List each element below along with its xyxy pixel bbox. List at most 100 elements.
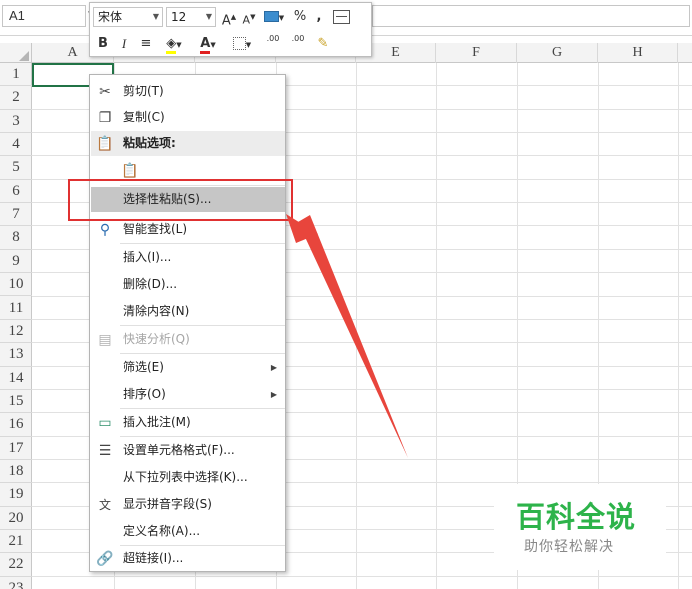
- accounting-format-button[interactable]: ▼: [261, 7, 287, 27]
- paste-icon: 📋: [96, 136, 114, 152]
- menu-divider: [120, 436, 285, 437]
- menu-item-label: 从下拉列表中选择(K)...: [123, 470, 248, 484]
- row-header-15[interactable]: 15: [0, 390, 32, 414]
- row-header-17[interactable]: 17: [0, 437, 32, 460]
- menu-item-pick-from-list[interactable]: 从下拉列表中选择(K)...: [91, 465, 285, 490]
- align-center-icon: ≡: [140, 36, 152, 51]
- watermark-subtitle: 助你轻松解决: [524, 539, 614, 555]
- row-header-8[interactable]: 8: [0, 226, 32, 250]
- row-header-11[interactable]: 11: [0, 297, 32, 320]
- smart-lookup-icon: ⚲: [99, 222, 111, 238]
- row-header-3[interactable]: 3: [0, 110, 32, 134]
- borders-button[interactable]: ▼: [228, 34, 256, 54]
- font-color-button[interactable]: A▼: [194, 34, 222, 54]
- menu-item-label: 定义名称(A)...: [123, 524, 201, 538]
- row-header-10[interactable]: 10: [0, 273, 32, 297]
- format-painter-icon: ✎: [317, 36, 329, 51]
- menu-divider: [120, 243, 285, 244]
- mini-toolbar: 宋体 ▼ 12 ▼ A▲ A▼ ▼ % , B I ≡ ◈▼ A▼ ▼ .00 …: [89, 2, 372, 57]
- shrink-font-label: A: [242, 13, 251, 27]
- menu-item-label: 快速分析(Q): [123, 332, 190, 346]
- italic-button[interactable]: I: [116, 34, 132, 54]
- menu-item-label: 显示拼音字段(S): [123, 497, 212, 511]
- increase-decimal-button[interactable]: .00: [262, 34, 284, 54]
- format-painter-button[interactable]: ✎: [313, 34, 333, 54]
- comment-icon: ▭: [98, 415, 112, 431]
- row-header-23[interactable]: 23: [0, 577, 32, 589]
- menu-item-hyperlink[interactable]: 🔗 超链接(I)...: [91, 546, 285, 571]
- shrink-font-button[interactable]: A▼: [241, 7, 257, 27]
- chevron-down-icon: ▼: [152, 12, 159, 21]
- watermark-title: 百科全说: [516, 500, 637, 534]
- font-size-value: 12: [171, 10, 187, 24]
- column-header-h[interactable]: H: [598, 43, 678, 63]
- row-header-16[interactable]: 16: [0, 413, 32, 437]
- formula-input[interactable]: [372, 5, 690, 27]
- decrease-decimal-button[interactable]: .00: [287, 34, 309, 54]
- context-menu: ✂ 剪切(T) ❐ 复制(C) 📋 粘贴选项: 📋 选择性粘贴(S)... ⚲ …: [89, 74, 286, 572]
- menu-item-label: 清除内容(N): [123, 304, 190, 318]
- grow-font-label: A: [221, 13, 231, 29]
- row-header-12[interactable]: 12: [0, 320, 32, 344]
- accounting-format-icon: [263, 11, 279, 22]
- menu-item-copy[interactable]: ❐ 复制(C): [91, 105, 285, 130]
- paste-option-icon: 📋: [121, 163, 139, 179]
- menu-item-show-phonetic[interactable]: 文 显示拼音字段(S): [91, 492, 285, 517]
- merge-center-icon: [332, 9, 350, 24]
- row-header-21[interactable]: 21: [0, 530, 32, 554]
- row-header-19[interactable]: 19: [0, 483, 32, 507]
- row-header-5[interactable]: 5: [0, 156, 32, 180]
- menu-item-define-name[interactable]: 定义名称(A)...: [91, 519, 285, 544]
- row-header-2[interactable]: 2: [0, 86, 32, 110]
- menu-divider: [120, 353, 285, 354]
- menu-item-delete[interactable]: 删除(D)...: [91, 272, 285, 297]
- row-header-20[interactable]: 20: [0, 507, 32, 530]
- font-size-select[interactable]: 12 ▼: [166, 7, 216, 27]
- fill-color-button[interactable]: ◈▼: [160, 34, 188, 54]
- submenu-arrow-icon: ▶: [270, 363, 277, 372]
- menu-item-label: 删除(D)...: [123, 277, 178, 291]
- menu-item-filter[interactable]: 筛选(E) ▶: [91, 355, 285, 380]
- font-name-select[interactable]: 宋体 ▼: [93, 7, 163, 27]
- select-all-corner[interactable]: [0, 43, 32, 63]
- menu-item-label: 超链接(I)...: [123, 551, 184, 565]
- grow-font-button[interactable]: A▲: [221, 7, 237, 29]
- row-header-4[interactable]: 4: [0, 133, 32, 157]
- menu-item-insert-comment[interactable]: ▭ 插入批注(M): [91, 410, 285, 435]
- column-header-g[interactable]: G: [517, 43, 598, 63]
- menu-item-clear-contents[interactable]: 清除内容(N): [91, 299, 285, 324]
- bold-button[interactable]: B: [95, 34, 111, 54]
- menu-item-label: 插入批注(M): [123, 415, 191, 429]
- menu-section-label: 粘贴选项:: [123, 136, 176, 150]
- grid-column-line: [436, 63, 437, 589]
- menu-item-label: 筛选(E): [123, 360, 164, 374]
- row-header-6[interactable]: 6: [0, 180, 32, 204]
- row-header-18[interactable]: 18: [0, 460, 32, 484]
- row-header-7[interactable]: 7: [0, 203, 32, 227]
- align-center-button[interactable]: ≡: [137, 34, 155, 54]
- menu-item-sort[interactable]: 排序(O) ▶: [91, 382, 285, 407]
- chevron-down-icon: ▼: [205, 12, 212, 21]
- comma-style-button[interactable]: ,: [312, 7, 326, 27]
- row-header-9[interactable]: 9: [0, 250, 32, 274]
- menu-divider: [120, 408, 285, 409]
- column-header-f[interactable]: F: [436, 43, 517, 63]
- annotation-highlight-box: [68, 179, 293, 221]
- submenu-arrow-icon: ▶: [270, 390, 277, 399]
- merge-center-button[interactable]: [330, 7, 352, 27]
- row-header-13[interactable]: 13: [0, 343, 32, 367]
- watermark: 百科全说 助你轻松解决: [494, 484, 666, 570]
- menu-item-format-cells[interactable]: ☰ 设置单元格格式(F)...: [91, 438, 285, 463]
- row-header-22[interactable]: 22: [0, 553, 32, 577]
- row-header-1[interactable]: 1: [0, 63, 32, 87]
- menu-item-label: 剪切(T): [123, 84, 164, 98]
- menu-item-label: 插入(I)...: [123, 250, 172, 264]
- decrease-decimal-icon: .00: [291, 34, 305, 43]
- name-box[interactable]: A1: [2, 5, 86, 27]
- row-header-14[interactable]: 14: [0, 367, 32, 390]
- menu-item-cut[interactable]: ✂ 剪切(T): [91, 79, 285, 104]
- phonetic-icon: 文: [98, 498, 111, 512]
- percent-style-button[interactable]: %: [292, 7, 308, 27]
- menu-item-insert[interactable]: 插入(I)...: [91, 245, 285, 270]
- borders-icon: [232, 37, 246, 50]
